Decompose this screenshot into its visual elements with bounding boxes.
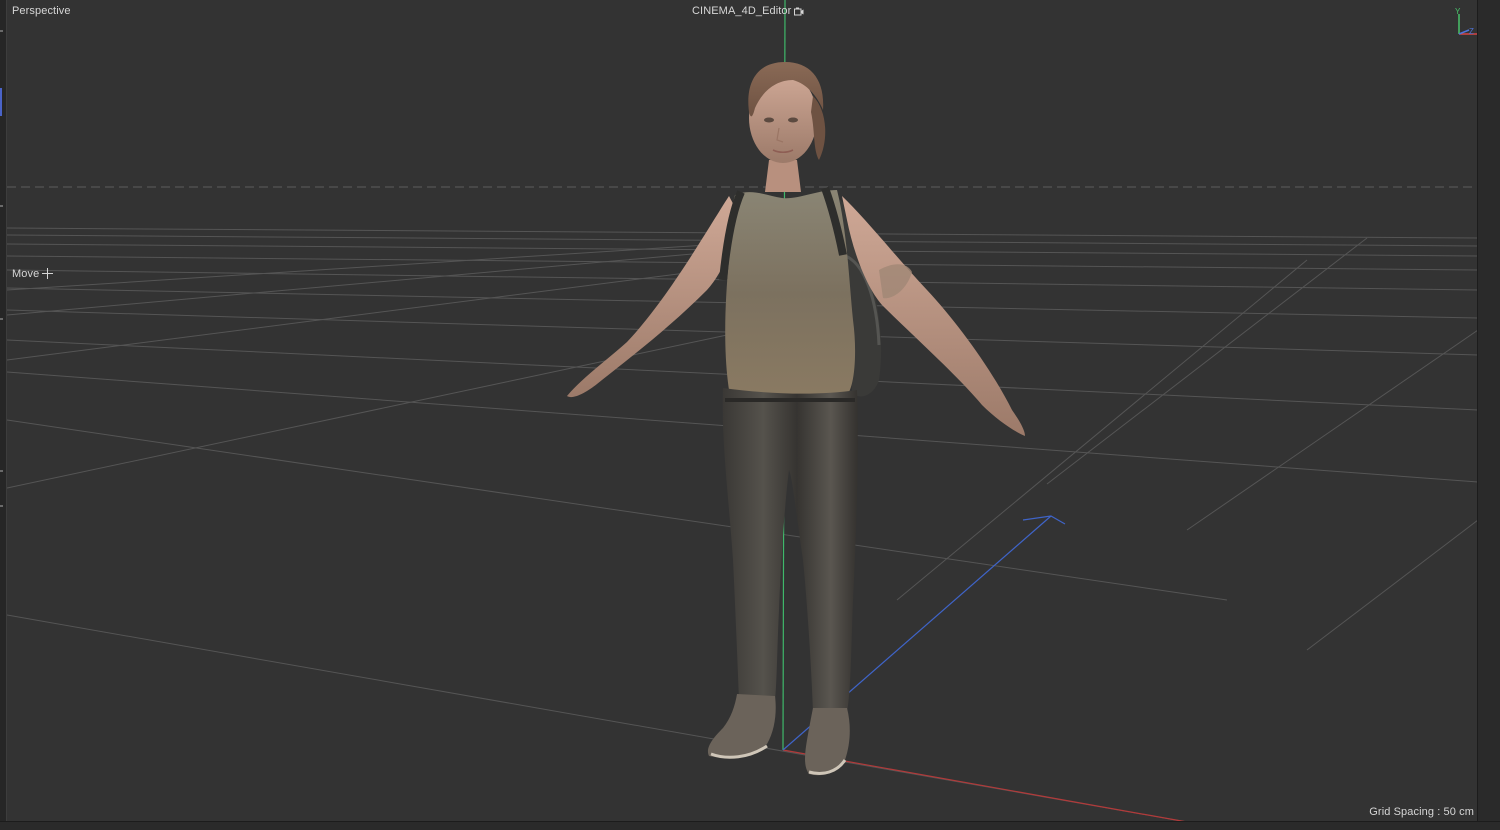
viewport-scene[interactable] bbox=[7, 0, 1478, 822]
active-tool-label: Move bbox=[12, 268, 54, 280]
active-tool-indicator bbox=[0, 88, 2, 116]
pants bbox=[722, 388, 858, 712]
app-window: Perspective CINEMA_4D_Editor Move Grid S… bbox=[0, 0, 1500, 830]
neck bbox=[765, 160, 801, 192]
right-eye bbox=[788, 117, 798, 123]
camera-label[interactable]: Perspective bbox=[12, 5, 71, 17]
toolbar-tick bbox=[0, 30, 3, 32]
axis-gizmo-icon[interactable]: Y Z X bbox=[1455, 6, 1478, 42]
right-shoe bbox=[805, 708, 850, 776]
toolbar-tick bbox=[0, 318, 3, 320]
left-eye bbox=[764, 117, 774, 123]
gizmo-z-label: Z bbox=[1469, 27, 1474, 36]
camera-icon[interactable] bbox=[794, 7, 804, 16]
3d-viewport[interactable]: Perspective CINEMA_4D_Editor Move Grid S… bbox=[7, 0, 1478, 822]
left-edge-toolbar bbox=[0, 0, 7, 830]
grid-spacing-readout: Grid Spacing : 50 cm bbox=[1369, 806, 1474, 818]
toolbar-tick bbox=[0, 505, 3, 507]
left-arm bbox=[567, 196, 739, 398]
tool-name: Move bbox=[12, 268, 40, 280]
gizmo-y-label: Y bbox=[1455, 7, 1461, 16]
editor-camera-title[interactable]: CINEMA_4D_Editor bbox=[692, 5, 804, 17]
right-edge-panel bbox=[1477, 0, 1500, 830]
toolbar-tick bbox=[0, 470, 3, 472]
editor-camera-label: CINEMA_4D_Editor bbox=[692, 5, 792, 17]
bottom-edge-panel bbox=[0, 821, 1500, 830]
toolbar-tick bbox=[0, 205, 3, 207]
move-cross-icon bbox=[42, 268, 54, 280]
